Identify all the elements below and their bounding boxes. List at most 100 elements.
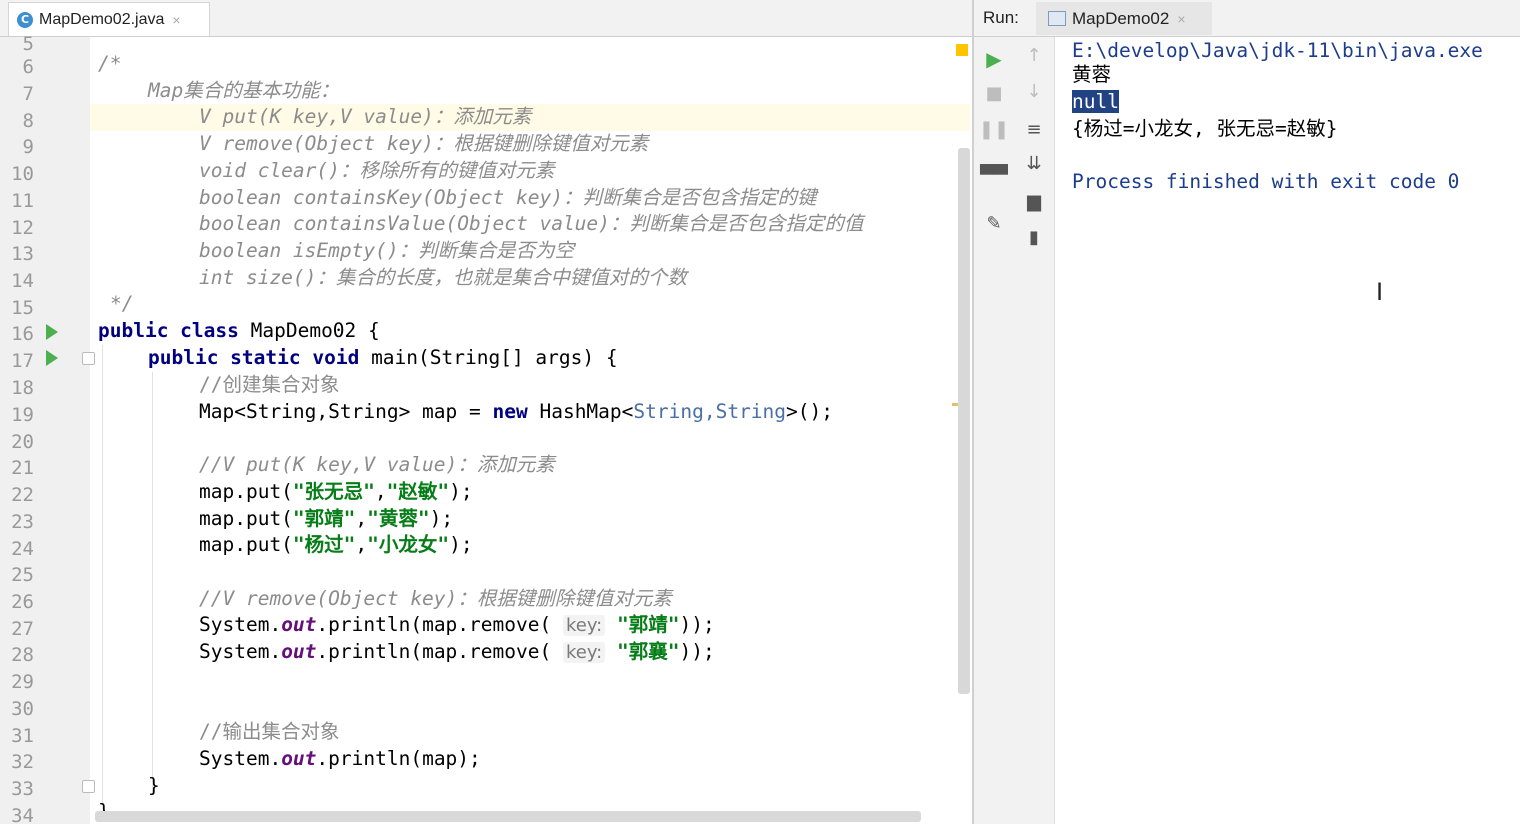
- line-number[interactable]: 32: [0, 749, 34, 775]
- horizontal-scrollbar[interactable]: [95, 811, 921, 822]
- code-text: ,: [355, 507, 368, 530]
- code-editor[interactable]: C MapDemo02.java × 5 6 7 8 9 10 11 12 13 14 15 16 17…: [0, 0, 972, 827]
- code-text: );: [449, 480, 473, 503]
- line-number[interactable]: 14: [0, 268, 34, 294]
- console-line-command: E:\develop\Java\jdk-11\bin\java.exe: [1072, 39, 1483, 62]
- line-number[interactable]: 15: [0, 295, 34, 321]
- line-number[interactable]: 9: [0, 134, 34, 160]
- code-line-17: public static void main(String[] args) {: [98, 345, 952, 371]
- line-number[interactable]: 11: [0, 188, 34, 214]
- console-line: {杨过=小龙女, 张无忌=赵敏}: [1072, 117, 1338, 140]
- run-main-icon[interactable]: [46, 350, 58, 366]
- code-line-26: //V remove(Object key)：根据键删除键值对元素: [98, 586, 952, 612]
- string-literal: "张无忌": [292, 480, 375, 503]
- line-number-gutter[interactable]: 5 6 7 8 9 10 11 12 13 14 15 16 17 18 19 20 21 22 23 24 25 26 2…: [0, 33, 90, 827]
- code-text: ));: [679, 613, 715, 636]
- code-line-7: Map集合的基本功能：: [98, 78, 952, 104]
- line-number[interactable]: 12: [0, 215, 34, 241]
- java-class-icon: C: [17, 11, 33, 28]
- line-number[interactable]: 22: [0, 482, 34, 508]
- up-arrow-icon[interactable]: ↑: [1014, 45, 1054, 66]
- inferred-generic: String,String: [633, 400, 787, 423]
- code-line-6: /*: [98, 51, 952, 77]
- code-line-21: //V put(K key,V value)：添加元素: [98, 452, 952, 478]
- vertical-scrollbar[interactable]: [958, 148, 970, 694]
- run-header: Run: MapDemo02 ×: [974, 0, 1520, 37]
- run-toolbar-secondary: ↑ ↓ ≡ ⇊ ▆ ▮: [1014, 37, 1055, 824]
- code-line-9: V remove(Object key)：根据键删除键值对元素: [98, 131, 952, 157]
- selected-text: null: [1072, 90, 1119, 113]
- code-text: map.put(: [199, 480, 293, 503]
- code-text: ));: [679, 640, 715, 663]
- line-number[interactable]: 23: [0, 509, 34, 535]
- line-number[interactable]: 21: [0, 455, 34, 481]
- code-text: HashMap<: [527, 400, 634, 423]
- line-number[interactable]: 34: [0, 803, 34, 829]
- pause-icon[interactable]: ❚❚: [974, 119, 1014, 140]
- run-tab-mapdemo02[interactable]: MapDemo02 ×: [1036, 2, 1212, 35]
- line-number[interactable]: 20: [0, 429, 34, 455]
- run-class-icon[interactable]: [46, 324, 58, 340]
- line-number[interactable]: 29: [0, 669, 34, 695]
- comment-text: boolean containsValue(Object value)：判断集合…: [199, 212, 864, 235]
- line-number[interactable]: 28: [0, 642, 34, 668]
- line-number[interactable]: 19: [0, 402, 34, 428]
- comment-text: boolean containsKey(Object key)：判断集合是否包含…: [199, 186, 817, 209]
- stop-icon[interactable]: ■: [974, 83, 1014, 104]
- close-tab-icon[interactable]: ×: [172, 12, 180, 28]
- line-number[interactable]: 31: [0, 723, 34, 749]
- code-line-19: Map<String,String> map = new HashMap<Str…: [98, 399, 952, 425]
- comment-text: /*: [98, 52, 122, 75]
- line-number[interactable]: 27: [0, 616, 34, 642]
- print-icon[interactable]: ▆: [1014, 191, 1054, 212]
- fold-marker-icon[interactable]: [82, 780, 95, 793]
- soft-wrap-icon[interactable]: ≡: [1014, 119, 1054, 140]
- code-text: );: [449, 533, 473, 556]
- console-output[interactable]: E:\develop\Java\jdk-11\bin\java.exe 黄蓉 n…: [1072, 37, 1520, 824]
- run-tab-label: MapDemo02: [1072, 8, 1170, 28]
- code-text: >();: [786, 400, 833, 423]
- static-field: out: [281, 640, 317, 663]
- code-line-31: //输出集合对象: [98, 719, 952, 745]
- text-cursor-icon: I: [1376, 278, 1384, 306]
- string-literal: "郭襄": [616, 640, 680, 663]
- line-number[interactable]: 25: [0, 562, 34, 588]
- line-number[interactable]: 13: [0, 241, 34, 267]
- layout-icon[interactable]: ▀▀: [974, 165, 1014, 186]
- code-line-22: map.put("张无忌","赵敏");: [98, 479, 952, 505]
- code-line-24: map.put("杨过","小龙女");: [98, 532, 952, 558]
- console-line: 黄蓉: [1072, 63, 1112, 86]
- fold-marker-icon[interactable]: [82, 352, 95, 365]
- line-number[interactable]: 8: [0, 108, 34, 134]
- line-number[interactable]: 26: [0, 589, 34, 615]
- string-literal: "郭靖": [292, 507, 356, 530]
- pin-icon[interactable]: ✎: [974, 213, 1014, 234]
- scroll-to-end-icon[interactable]: ⇊: [1014, 153, 1054, 174]
- run-toolbar-primary: ▶ ■ ❚❚ ▀▀ ✎: [974, 37, 1015, 824]
- line-number[interactable]: 33: [0, 776, 34, 802]
- trash-icon[interactable]: ▮: [1014, 227, 1054, 248]
- tab-mapdemo02-java[interactable]: C MapDemo02.java ×: [8, 2, 210, 36]
- keyword: new: [492, 400, 528, 423]
- line-number[interactable]: 30: [0, 696, 34, 722]
- code-line-13: boolean isEmpty()：判断集合是否为空: [98, 238, 952, 264]
- code-text: main(String[] args) {: [359, 346, 618, 369]
- string-literal: "赵敏": [386, 480, 450, 503]
- close-run-tab-icon[interactable]: ×: [1177, 11, 1185, 27]
- tab-label: MapDemo02.java: [39, 10, 165, 28]
- keyword: public static void: [148, 346, 360, 369]
- line-number[interactable]: 16: [0, 321, 34, 347]
- comment-text: //创建集合对象: [199, 373, 340, 396]
- rerun-icon[interactable]: ▶: [974, 47, 1014, 71]
- code-line-33: }: [98, 773, 952, 799]
- line-number[interactable]: 6: [0, 54, 34, 80]
- comment-text: Map集合的基本功能：: [148, 79, 340, 102]
- line-number[interactable]: 7: [0, 81, 34, 107]
- warning-marker-icon[interactable]: [956, 44, 968, 56]
- line-number[interactable]: 17: [0, 348, 34, 374]
- code-text: .println(map.remove(: [316, 613, 563, 636]
- down-arrow-icon[interactable]: ↓: [1014, 81, 1054, 102]
- line-number[interactable]: 18: [0, 375, 34, 401]
- line-number[interactable]: 10: [0, 161, 34, 187]
- line-number[interactable]: 24: [0, 536, 34, 562]
